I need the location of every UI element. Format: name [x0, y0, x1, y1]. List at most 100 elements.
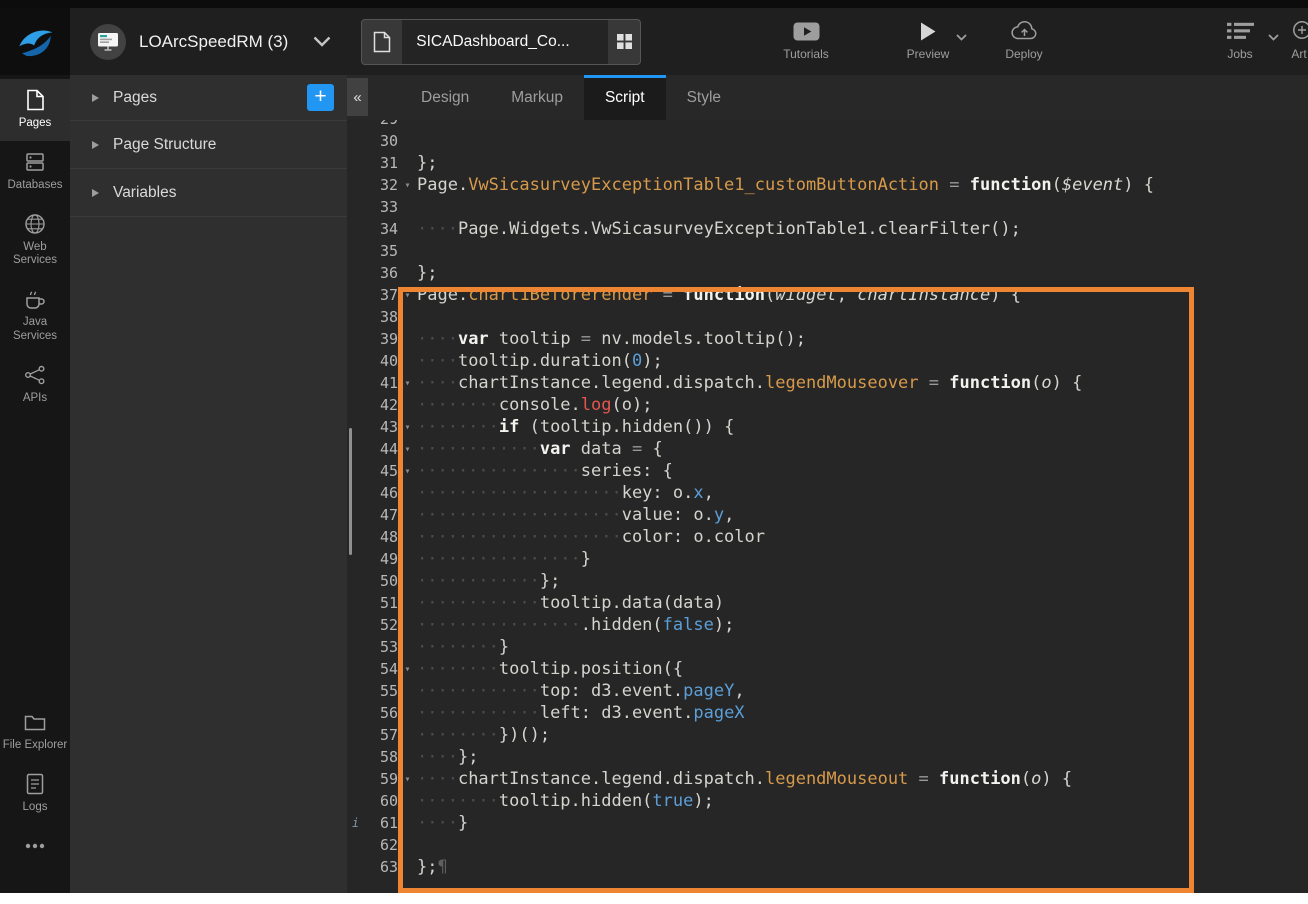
- tab-style[interactable]: Style: [666, 75, 742, 120]
- code-line-48[interactable]: 48····················color: o.color: [347, 526, 1308, 548]
- tab-script[interactable]: Script: [584, 75, 666, 120]
- code-line-42[interactable]: 42········console.log(o);: [347, 394, 1308, 416]
- code-line-33[interactable]: 33: [347, 196, 1308, 218]
- code-line-44[interactable]: 44▾············var data = {: [347, 438, 1308, 460]
- fold-arrow-icon[interactable]: ▾: [398, 378, 417, 389]
- code-line-54[interactable]: 54▾········tooltip.position({: [347, 658, 1308, 680]
- code-line-39[interactable]: 39····var tooltip = nv.models.tooltip();: [347, 328, 1308, 350]
- sidebar-item-file-explorer[interactable]: File Explorer: [0, 701, 70, 763]
- code-token: ····: [417, 769, 458, 789]
- code-token: ····: [417, 329, 458, 349]
- code-token: legendMouseover: [765, 373, 919, 393]
- tab-design[interactable]: Design: [400, 75, 490, 120]
- code-line-41[interactable]: 41▾····chartInstance.legend.dispatch.leg…: [347, 372, 1308, 394]
- add-page-button[interactable]: +: [307, 84, 334, 111]
- code-token: Page.Widgets.VwSicasurveyExceptionTable1…: [458, 219, 1021, 239]
- fold-arrow-icon[interactable]: ▾: [398, 180, 417, 191]
- code-editor[interactable]: 293031};32▾Page.VwSicasurveyExceptionTab…: [347, 120, 1308, 893]
- code-token: }: [581, 549, 591, 569]
- sidebar-item-apis[interactable]: APIs: [0, 354, 70, 416]
- fold-arrow-icon[interactable]: ▾: [398, 774, 417, 785]
- code-line-50[interactable]: 50············};: [347, 570, 1308, 592]
- code-line-34[interactable]: 34····Page.Widgets.VwSicasurveyException…: [347, 218, 1308, 240]
- code-line-51[interactable]: 51············tooltip.data(data): [347, 592, 1308, 614]
- code-token: top: d3.event.: [540, 681, 683, 701]
- code-line-60[interactable]: 60········tooltip.hidden(true);: [347, 790, 1308, 812]
- code-line-62[interactable]: 62: [347, 834, 1308, 856]
- code-line-57[interactable]: 57········})();: [347, 724, 1308, 746]
- topbar-action-preview[interactable]: Preview: [892, 21, 964, 61]
- topbar-action-tutorials[interactable]: Tutorials: [770, 21, 842, 61]
- grid-icon[interactable]: [608, 34, 640, 49]
- code-line-61[interactable]: i61····}: [347, 812, 1308, 834]
- code-line-40[interactable]: 40····tooltip.duration(0);: [347, 350, 1308, 372]
- tab-label: Design: [421, 89, 469, 107]
- caret-right-icon[interactable]: [92, 94, 99, 102]
- code-token: o: [1041, 373, 1051, 393]
- page-selector[interactable]: SICADashboard_Co...: [361, 19, 641, 65]
- code-text: ················.hidden(false);: [417, 615, 734, 635]
- sidebar-item-label: Pages: [19, 117, 52, 131]
- panel-section-pages[interactable]: Pages+: [70, 75, 347, 121]
- sidebar-item-logs[interactable]: Logs: [0, 763, 70, 825]
- topbar-action-artifacts[interactable]: Art: [1276, 21, 1308, 61]
- sidebar-item-label: Java Services: [2, 316, 68, 344]
- fold-arrow-icon[interactable]: ▾: [398, 466, 417, 477]
- code-text: };¶: [417, 857, 448, 877]
- fold-arrow-icon[interactable]: ▾: [398, 422, 417, 433]
- editor-tabbar: « Design MarkupScriptStyle: [347, 75, 1308, 120]
- code-token: =: [581, 329, 591, 349]
- code-line-56[interactable]: 56············left: d3.event.pageX: [347, 702, 1308, 724]
- fold-arrow-icon[interactable]: ▾: [398, 290, 417, 301]
- sidebar-item-databases[interactable]: Databases: [0, 141, 70, 203]
- topbar-action-deploy[interactable]: Deploy: [988, 21, 1060, 61]
- code-line-30[interactable]: 30: [347, 130, 1308, 152]
- code-line-32[interactable]: 32▾Page.VwSicasurveyExceptionTable1_cust…: [347, 174, 1308, 196]
- code-token: tooltip.position({: [499, 659, 683, 679]
- code-line-29[interactable]: 29: [347, 120, 1308, 130]
- code-line-49[interactable]: 49················}: [347, 548, 1308, 570]
- chevron-down-icon[interactable]: [956, 28, 967, 46]
- fold-arrow-icon[interactable]: ▾: [398, 664, 417, 675]
- code-line-63[interactable]: 63};¶: [347, 856, 1308, 878]
- fold-arrow-icon[interactable]: ▾: [398, 444, 417, 455]
- sidebar-item-web-services[interactable]: Web Services: [0, 203, 70, 279]
- panel-section-variables[interactable]: Variables: [70, 169, 347, 217]
- code-token: true: [652, 791, 693, 811]
- code-line-47[interactable]: 47····················value: o.y,: [347, 504, 1308, 526]
- caret-right-icon[interactable]: [92, 189, 99, 197]
- line-number: 41: [364, 374, 398, 392]
- wavemaker-logo[interactable]: [0, 8, 70, 75]
- code-line-46[interactable]: 46····················key: o.x,: [347, 482, 1308, 504]
- scrollbar-thumb[interactable]: [349, 428, 352, 555]
- caret-right-icon[interactable]: [92, 141, 99, 149]
- code-line-59[interactable]: 59▾····chartInstance.legend.dispatch.leg…: [347, 768, 1308, 790]
- code-line-58[interactable]: 58····};: [347, 746, 1308, 768]
- code-line-38[interactable]: 38: [347, 306, 1308, 328]
- topbar-action-jobs[interactable]: Jobs: [1204, 21, 1276, 61]
- code-text: ············left: d3.event.pageX: [417, 703, 745, 723]
- code-line-43[interactable]: 43▾········if (tooltip.hidden()) {: [347, 416, 1308, 438]
- code-line-35[interactable]: 35: [347, 240, 1308, 262]
- editor-region: « Design MarkupScriptStyle 293031};32▾Pag…: [347, 75, 1308, 893]
- code-line-52[interactable]: 52················.hidden(false);: [347, 614, 1308, 636]
- line-number: 47: [364, 506, 398, 524]
- code-line-55[interactable]: 55············top: d3.event.pageY,: [347, 680, 1308, 702]
- code-line-31[interactable]: 31};: [347, 152, 1308, 174]
- code-line-36[interactable]: 36};: [347, 262, 1308, 284]
- chevron-down-icon[interactable]: [313, 36, 331, 47]
- line-number: 51: [364, 594, 398, 612]
- sidebar-item-more[interactable]: [0, 825, 70, 867]
- code-token: ¶: [437, 857, 447, 877]
- collapse-panel-button[interactable]: «: [347, 78, 368, 116]
- project-selector[interactable]: LOArcSpeedRM (3): [90, 24, 331, 60]
- sidebar-item-java-services[interactable]: Java Services: [0, 278, 70, 354]
- code-token: }: [458, 813, 468, 833]
- tab-markup[interactable]: Markup: [490, 75, 584, 120]
- code-line-53[interactable]: 53········}: [347, 636, 1308, 658]
- panel-section-page-structure[interactable]: Page Structure: [70, 121, 347, 169]
- line-number: 39: [364, 330, 398, 348]
- code-line-45[interactable]: 45▾················series: {: [347, 460, 1308, 482]
- sidebar-item-pages[interactable]: Pages: [0, 79, 70, 141]
- code-line-37[interactable]: 37▾Page.chart1Beforerender = function(wi…: [347, 284, 1308, 306]
